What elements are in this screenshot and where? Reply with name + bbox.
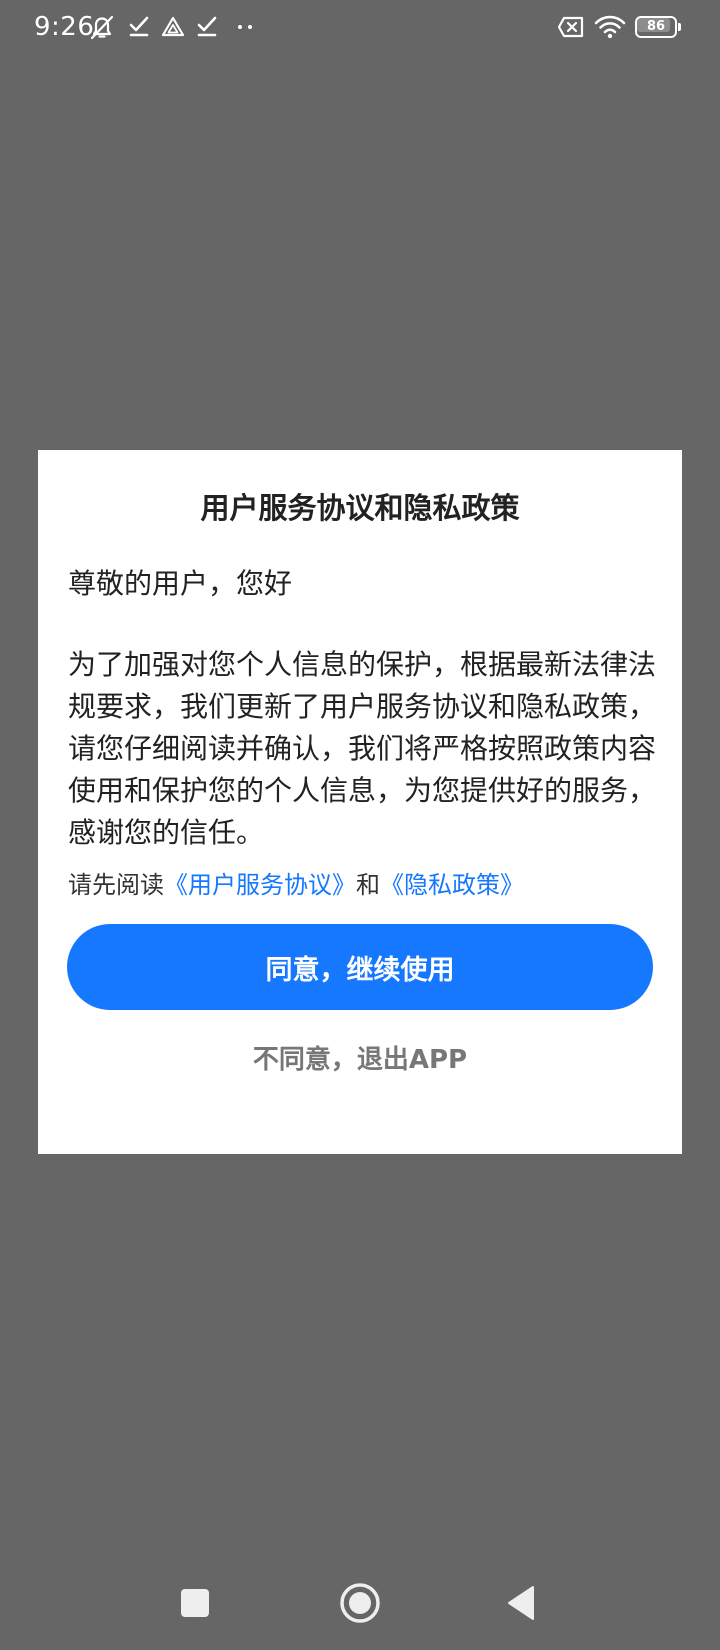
check-icon xyxy=(196,14,218,40)
no-sim-icon xyxy=(557,14,585,40)
greeting-text: 尊敬的用户，您好 xyxy=(68,567,293,600)
dialog-title: 用户服务协议和隐私政策 xyxy=(200,491,520,525)
battery-icon: 86 xyxy=(635,16,681,38)
user-agreement-link[interactable]: 《用户服务协议》 xyxy=(164,871,356,899)
privacy-policy-link[interactable]: 《隐私政策》 xyxy=(380,871,524,899)
more-dots-icon xyxy=(236,14,256,40)
battery-tip xyxy=(678,23,681,31)
alarm-off-icon xyxy=(88,14,116,40)
back-triangle-icon[interactable] xyxy=(500,1580,546,1626)
disagree-exit-button[interactable]: 不同意，退出APP xyxy=(38,1032,682,1082)
status-time: 9:26 xyxy=(34,12,95,42)
home-circle-icon[interactable] xyxy=(337,1580,383,1626)
wifi-icon xyxy=(594,14,626,40)
battery-level: 86 xyxy=(646,19,666,34)
navigation-bar xyxy=(0,1560,720,1650)
recents-square-icon[interactable] xyxy=(172,1580,218,1626)
links-prefix: 请先阅读 xyxy=(68,871,164,899)
privacy-dialog: 用户服务协议和隐私政策 尊敬的用户，您好 为了加强对您个人信息的保护，根据最新法… xyxy=(38,450,682,1154)
status-bar: 9:26 86 xyxy=(0,0,720,56)
agreement-links-line: 请先阅读《用户服务协议》和《隐私政策》 xyxy=(68,868,658,902)
screen: 9:26 86 用户服务协议和隐私政策 尊敬的用户，您好 为了加强对您个人信息的… xyxy=(0,0,720,1650)
agree-continue-button[interactable]: 同意，继续使用 xyxy=(67,924,653,1010)
dialog-body-text: 为了加强对您个人信息的保护，根据最新法律法规要求，我们更新了用户服务协议和隐私政… xyxy=(68,648,657,849)
check-icon xyxy=(128,14,150,40)
links-conjunction: 和 xyxy=(356,871,380,899)
drive-icon xyxy=(160,14,186,40)
